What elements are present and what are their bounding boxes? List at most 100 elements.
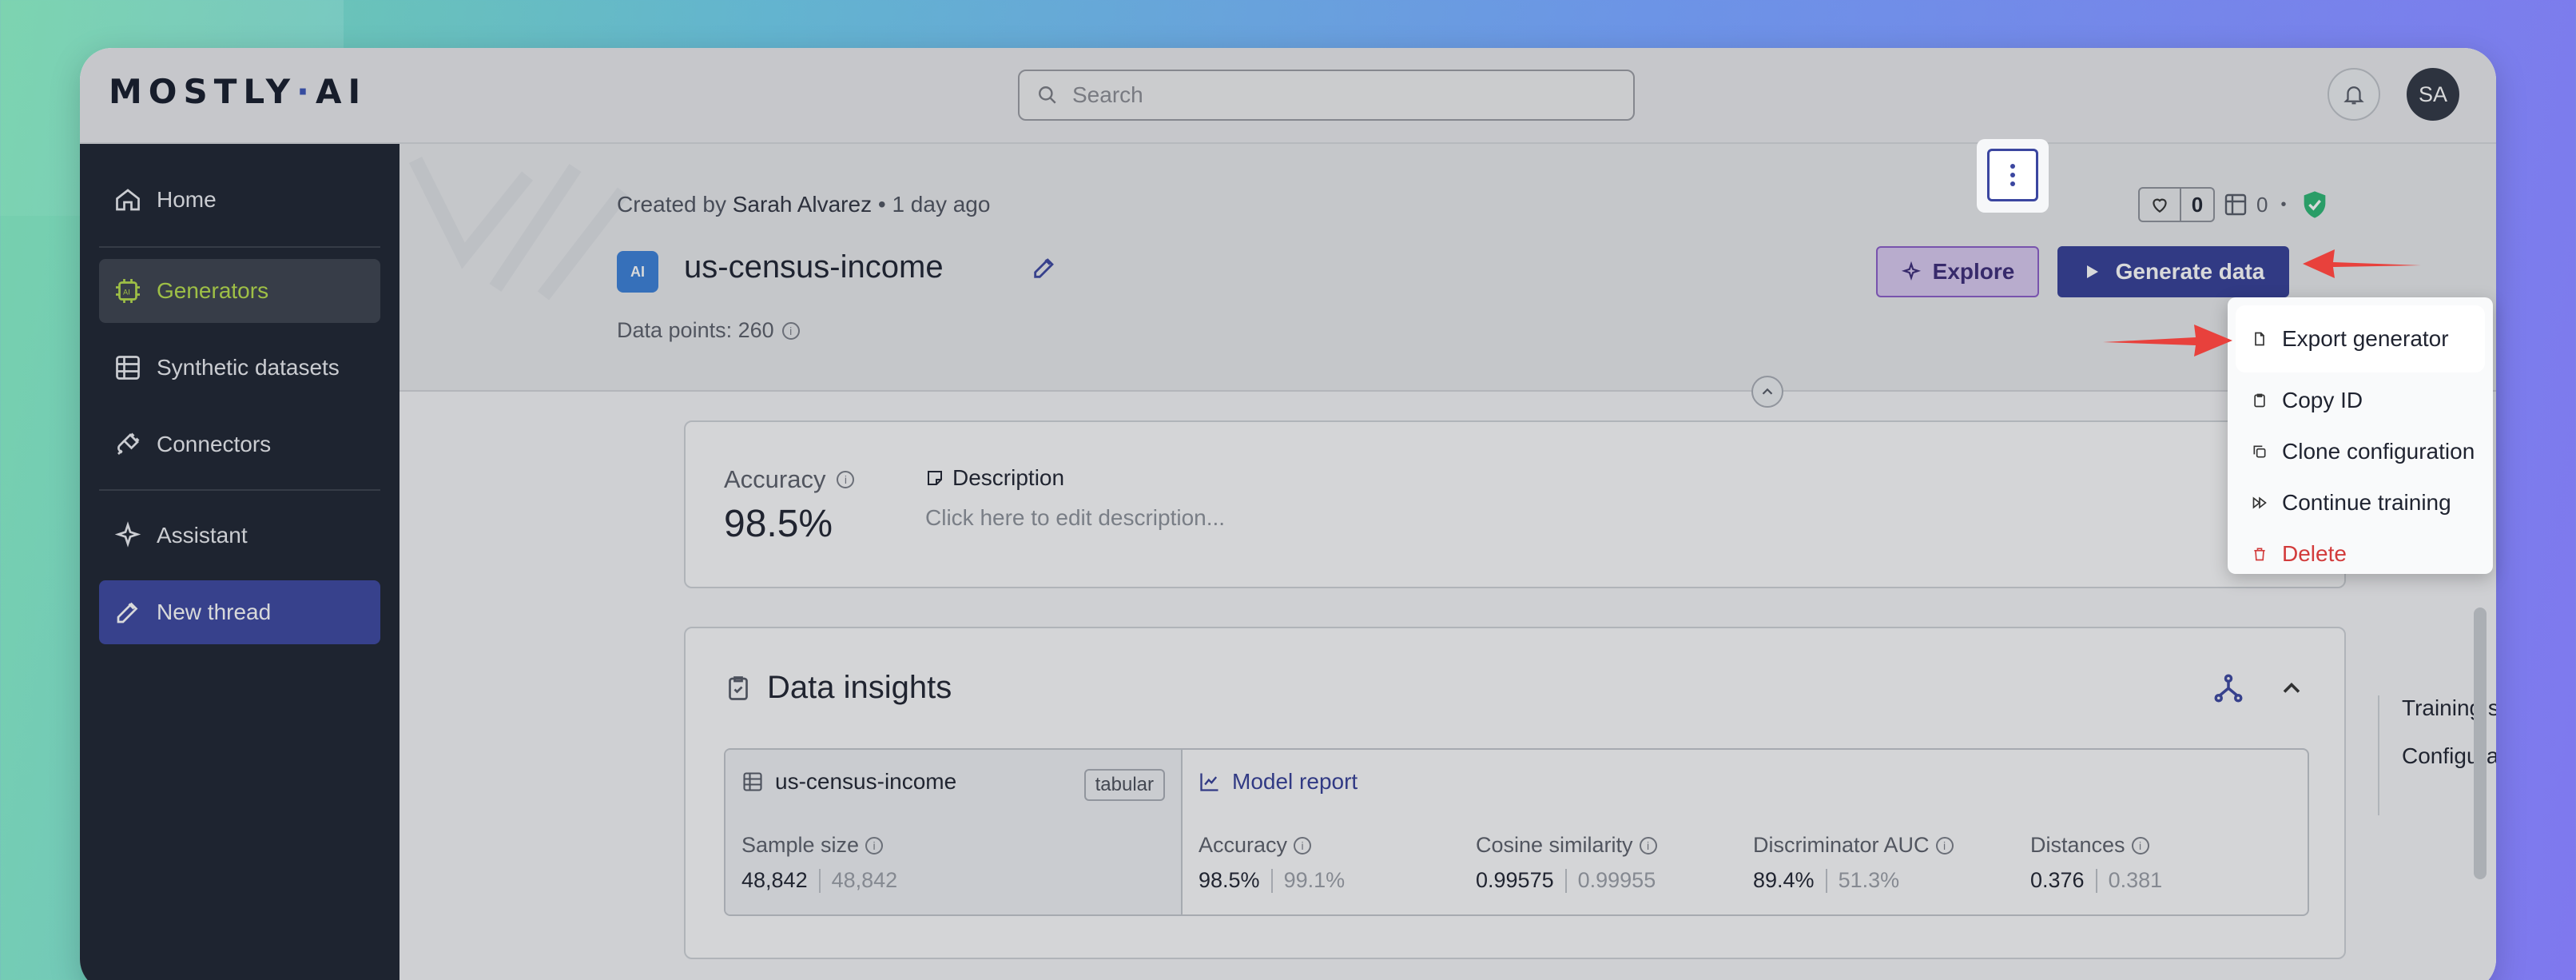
- sidebar-divider: [99, 489, 380, 491]
- note-icon: [928, 471, 942, 485]
- edit-title-icon[interactable]: [1031, 254, 1058, 281]
- copy-icon: [2253, 445, 2266, 458]
- heart-icon: [2153, 198, 2167, 213]
- bell-icon: [2343, 86, 2364, 105]
- sidebar-item-label: Home: [157, 187, 217, 212]
- metric-accuracy-value: 98.5% 99.1%: [1199, 868, 1346, 893]
- metric-discriminator-label: Discriminator AUC i: [1753, 833, 1954, 858]
- metric-cosine-label: Cosine similarity i: [1476, 833, 1657, 858]
- more-vertical-icon: [2010, 164, 2015, 186]
- info-icon[interactable]: i: [865, 836, 884, 855]
- search-input[interactable]: [1072, 82, 1552, 108]
- generator-ai-icon: AI: [617, 251, 658, 293]
- metric-accuracy-label: Accuracy i: [1199, 833, 1312, 858]
- collapse-header-button[interactable]: [1751, 376, 1783, 408]
- search-icon: [1039, 86, 1056, 104]
- clipboard-check-icon: [729, 675, 748, 700]
- background-window: [0, 216, 80, 980]
- info-icon[interactable]: i: [1294, 836, 1312, 855]
- more-options-menu: Export generator Copy ID Clone configura…: [2228, 297, 2493, 574]
- new-thread-button[interactable]: New thread: [99, 580, 380, 644]
- logo[interactable]: MOSTLY·AI: [109, 72, 367, 111]
- sidebar-item-label: Synthetic datasets: [157, 355, 340, 380]
- creator-name[interactable]: Sarah Alvarez: [733, 192, 872, 217]
- sparkle-icon: [114, 521, 141, 548]
- description-label: Description: [925, 465, 1064, 491]
- edit-icon: [117, 602, 138, 623]
- dataset-cell: us-census-income tabular Sample size i 48…: [725, 750, 1183, 914]
- annotation-arrow-icon: [2303, 249, 2421, 278]
- fast-forward-icon: [2252, 496, 2267, 509]
- generator-stats: 0 0 •: [2138, 187, 2331, 222]
- sidebar-item-synthetic-datasets[interactable]: Synthetic datasets: [99, 336, 380, 400]
- annotation-arrow-icon: [2103, 325, 2232, 357]
- insights-table: us-census-income tabular Sample size i 48…: [724, 748, 2309, 916]
- ai-chip-icon: AI: [116, 279, 140, 303]
- model-report-link[interactable]: Model report: [1199, 769, 1358, 795]
- sidebar-item-assistant[interactable]: Assistant: [99, 504, 380, 568]
- like-button[interactable]: 0: [2138, 187, 2215, 222]
- info-icon[interactable]: i: [781, 321, 800, 340]
- more-options-button[interactable]: [1987, 149, 2038, 201]
- menu-copy-id[interactable]: Copy ID: [2237, 376, 2483, 425]
- plug-icon: [117, 432, 140, 455]
- menu-clone-configuration[interactable]: Clone configuration: [2237, 427, 2483, 476]
- tabular-badge: tabular: [1083, 769, 1165, 801]
- menu-continue-training[interactable]: Continue training: [2237, 478, 2483, 528]
- dataset-count: 0: [2256, 192, 2268, 217]
- sample-size-label: Sample size i: [741, 833, 884, 858]
- summary-card: Accuracy i 98.5% Description Click here …: [684, 420, 2346, 588]
- sidebar-item-label: New thread: [157, 600, 272, 624]
- metric-cosine-value: 0.99575 0.99955: [1476, 868, 1656, 893]
- avatar[interactable]: SA: [2407, 68, 2459, 121]
- sidebar: Home AI Generators Synthetic datasets Co…: [80, 144, 400, 980]
- dataset-name: us-census-income: [741, 769, 956, 795]
- info-icon[interactable]: i: [1935, 836, 1954, 855]
- chart-icon: [1200, 773, 1218, 791]
- description-field[interactable]: Click here to edit description...: [925, 505, 1225, 531]
- main-content: Created by Sarah Alvarez • 1 day ago AI …: [400, 144, 2496, 980]
- menu-export-generator[interactable]: Export generator: [2237, 307, 2483, 371]
- info-icon[interactable]: i: [2131, 836, 2149, 855]
- file-icon: [2255, 332, 2264, 346]
- insights-actions: [2212, 671, 2306, 705]
- sidebar-item-label: Generators: [157, 278, 269, 303]
- like-count: 0: [2191, 192, 2204, 217]
- sidebar-divider: [99, 246, 380, 248]
- sample-size-value: 48,842 48,842: [741, 868, 898, 893]
- created-info: Created by Sarah Alvarez • 1 day ago: [617, 192, 991, 217]
- accuracy-label: Accuracy i: [724, 465, 855, 494]
- menu-delete[interactable]: Delete: [2237, 529, 2483, 579]
- sidebar-item-connectors[interactable]: Connectors: [99, 412, 380, 476]
- info-icon[interactable]: i: [1639, 836, 1657, 855]
- clipboard-icon: [2254, 393, 2265, 408]
- search-box[interactable]: [1018, 70, 1635, 121]
- trash-icon: [2254, 548, 2265, 561]
- play-icon: [2086, 265, 2098, 278]
- generate-data-button[interactable]: Generate data: [2057, 246, 2289, 297]
- data-insights-card: Data insights us-census-income tabular S…: [684, 627, 2346, 959]
- sidebar-item-label: Assistant: [157, 523, 248, 548]
- generator-title: us-census-income: [684, 249, 944, 285]
- sidebar-item-label: Connectors: [157, 432, 272, 456]
- accuracy-value: 98.5%: [724, 503, 833, 545]
- metric-distances-label: Distances i: [2030, 833, 2149, 858]
- top-bar: MOSTLY·AI SA: [80, 48, 2496, 144]
- app-window: MOSTLY·AI SA Home AI Generators Syntheti…: [80, 48, 2496, 980]
- sparkle-icon: [1901, 261, 1921, 281]
- explore-button[interactable]: Explore: [1876, 246, 2039, 297]
- data-points: Data points: 260 i: [617, 318, 800, 343]
- info-icon[interactable]: i: [837, 471, 855, 488]
- home-icon: [116, 189, 140, 211]
- svg-text:AI: AI: [123, 289, 130, 297]
- table-icon: [743, 772, 762, 791]
- metric-discriminator-value: 89.4% 51.3%: [1753, 868, 1900, 893]
- shield-check-icon: [2304, 191, 2326, 218]
- chevron-up-icon[interactable]: [2277, 674, 2306, 703]
- network-icon[interactable]: [2212, 671, 2245, 705]
- scrollbar[interactable]: [2474, 608, 2487, 879]
- chevron-up-icon: [1762, 388, 1773, 395]
- sidebar-item-generators[interactable]: AI Generators: [99, 259, 380, 323]
- sidebar-item-home[interactable]: Home: [99, 168, 380, 232]
- notifications-button[interactable]: [2328, 68, 2380, 121]
